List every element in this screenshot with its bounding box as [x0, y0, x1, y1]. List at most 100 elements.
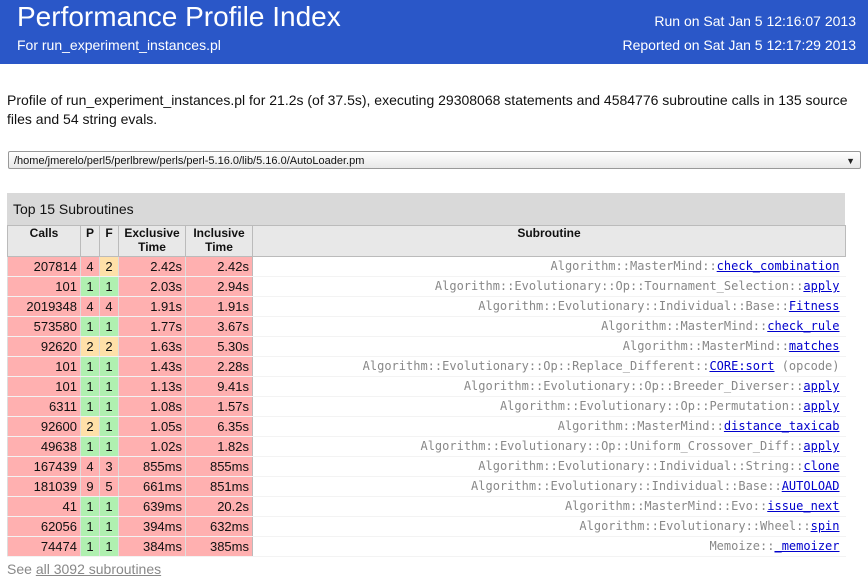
subroutine-link[interactable]: _memoizer	[774, 539, 839, 553]
subroutine-link[interactable]: AUTOLOAD	[782, 479, 840, 493]
calls-cell: 92600	[7, 416, 81, 437]
table-body: 207814 4 2 2.42s 2.42s Algorithm::MasterMind:…	[7, 256, 846, 557]
p-cell: 2	[80, 416, 100, 437]
all-subroutines-link[interactable]: all 3092 subroutines	[36, 561, 161, 577]
table-row: 207814 4 2 2.42s 2.42s Algorithm::MasterMind:…	[7, 256, 846, 277]
inclusive-time-cell: 632ms	[185, 516, 253, 537]
subroutine-package: Algorithm::MasterMind::	[557, 419, 724, 433]
subroutine-cell: Algorithm::Evolutionary::Op::Uniform_Cro…	[252, 436, 846, 457]
p-cell: 1	[80, 436, 100, 457]
subroutine-package: Algorithm::Evolutionary::Individual::Bas…	[478, 299, 789, 313]
subroutine-package: Algorithm::Evolutionary::Individual::Str…	[478, 459, 804, 473]
column-header-calls[interactable]: Calls	[7, 225, 81, 257]
subroutine-link[interactable]: apply	[803, 379, 839, 393]
calls-cell: 2019348	[7, 296, 81, 317]
source-file-select[interactable]: /home/jmerelo/perl5/perlbrew/perls/perl-…	[8, 151, 861, 169]
report-timestamp: Reported on Sat Jan 5 12:17:29 2013	[622, 37, 856, 53]
p-cell: 4	[80, 456, 100, 477]
source-file-select-value: /home/jmerelo/perl5/perlbrew/perls/perl-…	[14, 155, 365, 167]
inclusive-time-cell: 385ms	[185, 536, 253, 557]
f-cell: 1	[99, 316, 119, 337]
subroutine-package: Algorithm::Evolutionary::Op::Replace_Dif…	[362, 359, 710, 373]
subroutine-link[interactable]: check_rule	[767, 319, 839, 333]
subroutine-cell: Algorithm::Evolutionary::Op::Permutation…	[252, 396, 846, 417]
f-cell: 1	[99, 516, 119, 537]
calls-cell: 41	[7, 496, 81, 517]
header-banner: Performance Profile Index For run_experi…	[0, 0, 868, 64]
subroutine-link[interactable]: clone	[803, 459, 839, 473]
f-cell: 2	[99, 256, 119, 277]
column-header-inclusive-time[interactable]: Inclusive Time	[185, 225, 253, 257]
f-cell: 1	[99, 376, 119, 397]
page-title: Performance Profile Index	[17, 1, 341, 32]
subroutine-link[interactable]: distance_taxicab	[724, 419, 840, 433]
exclusive-time-cell: 1.77s	[118, 316, 186, 337]
subroutine-package: Algorithm::Evolutionary::Wheel::	[579, 519, 811, 533]
column-header-f[interactable]: F	[99, 225, 119, 257]
dropdown-arrow-icon: ▼	[846, 156, 855, 166]
subroutine-link[interactable]: issue_next	[767, 499, 839, 513]
subroutine-link[interactable]: matches	[789, 339, 840, 353]
exclusive-time-cell: 1.08s	[118, 396, 186, 417]
inclusive-time-cell: 20.2s	[185, 496, 253, 517]
column-header-subroutine[interactable]: Subroutine	[252, 225, 846, 257]
inclusive-time-cell: 1.82s	[185, 436, 253, 457]
table-row: 573580 1 1 1.77s 3.67s Algorithm::MasterMind:…	[7, 316, 846, 337]
exclusive-time-cell: 2.03s	[118, 276, 186, 297]
inclusive-time-cell: 1.57s	[185, 396, 253, 417]
subroutine-package: Algorithm::Evolutionary::Individual::Bas…	[471, 479, 782, 493]
f-cell: 1	[99, 496, 119, 517]
exclusive-time-cell: 2.42s	[118, 256, 186, 277]
f-cell: 3	[99, 456, 119, 477]
subroutine-cell: Algorithm::Evolutionary::Op::Tournament_…	[252, 276, 846, 297]
p-cell: 1	[80, 356, 100, 377]
subroutine-package: Algorithm::Evolutionary::Op::Uniform_Cro…	[420, 439, 804, 453]
subroutine-link[interactable]: spin	[811, 519, 840, 533]
f-cell: 1	[99, 536, 119, 557]
p-cell: 1	[80, 376, 100, 397]
run-timestamp: Run on Sat Jan 5 12:16:07 2013	[654, 13, 856, 29]
subroutine-cell: Algorithm::Evolutionary::Individual::Str…	[252, 456, 846, 477]
subroutine-package: Algorithm::MasterMind::	[622, 339, 789, 353]
subroutine-cell: Memoize::_memoizer	[252, 536, 846, 557]
inclusive-time-cell: 2.42s	[185, 256, 253, 277]
table-row: 6311 1 1 1.08s 1.57s Algorithm::Evolutionary:…	[7, 396, 846, 417]
exclusive-time-cell: 1.13s	[118, 376, 186, 397]
calls-cell: 101	[7, 276, 81, 297]
table-caption: Top 15 Subroutines	[7, 193, 845, 225]
subroutine-link[interactable]: apply	[803, 439, 839, 453]
calls-cell: 62056	[7, 516, 81, 537]
calls-cell: 573580	[7, 316, 81, 337]
inclusive-time-cell: 855ms	[185, 456, 253, 477]
table-row: 92600 2 1 1.05s 6.35s Algorithm::MasterMind::…	[7, 416, 846, 437]
table-row: 101 1 1 1.43s 2.28s Algorithm::Evolutionary::…	[7, 356, 846, 377]
calls-cell: 49638	[7, 436, 81, 457]
subroutine-link[interactable]: Fitness	[789, 299, 840, 313]
see-all-subroutines: See all 3092 subroutines	[7, 560, 161, 578]
inclusive-time-cell: 1.91s	[185, 296, 253, 317]
exclusive-time-cell: 1.05s	[118, 416, 186, 437]
subroutine-cell: Algorithm::MasterMind::check_rule	[252, 316, 846, 337]
subroutine-package: Memoize::	[709, 539, 775, 553]
p-cell: 1	[80, 536, 100, 557]
subroutine-link[interactable]: CORE:sort	[709, 359, 774, 373]
subroutine-cell: Algorithm::Evolutionary::Op::Breeder_Div…	[252, 376, 846, 397]
table-row: 74474 1 1 384ms 385ms Memoize::_memoizer	[7, 536, 846, 557]
column-header-p[interactable]: P	[80, 225, 100, 257]
f-cell: 1	[99, 356, 119, 377]
p-cell: 9	[80, 476, 100, 497]
f-cell: 1	[99, 436, 119, 457]
calls-cell: 74474	[7, 536, 81, 557]
column-header-exclusive-time[interactable]: Exclusive Time	[118, 225, 186, 257]
subroutine-link[interactable]: apply	[803, 399, 839, 413]
subroutine-link[interactable]: check_combination	[717, 259, 840, 273]
table-row: 2019348 4 4 1.91s 1.91s Algorithm::Evolutiona…	[7, 296, 846, 317]
exclusive-time-cell: 384ms	[118, 536, 186, 557]
inclusive-time-cell: 9.41s	[185, 376, 253, 397]
exclusive-time-cell: 1.63s	[118, 336, 186, 357]
p-cell: 4	[80, 296, 100, 317]
subroutine-link[interactable]: apply	[803, 279, 839, 293]
subroutine-cell: Algorithm::MasterMind::Evo::issue_next	[252, 496, 846, 517]
exclusive-time-cell: 1.43s	[118, 356, 186, 377]
inclusive-time-cell: 3.67s	[185, 316, 253, 337]
